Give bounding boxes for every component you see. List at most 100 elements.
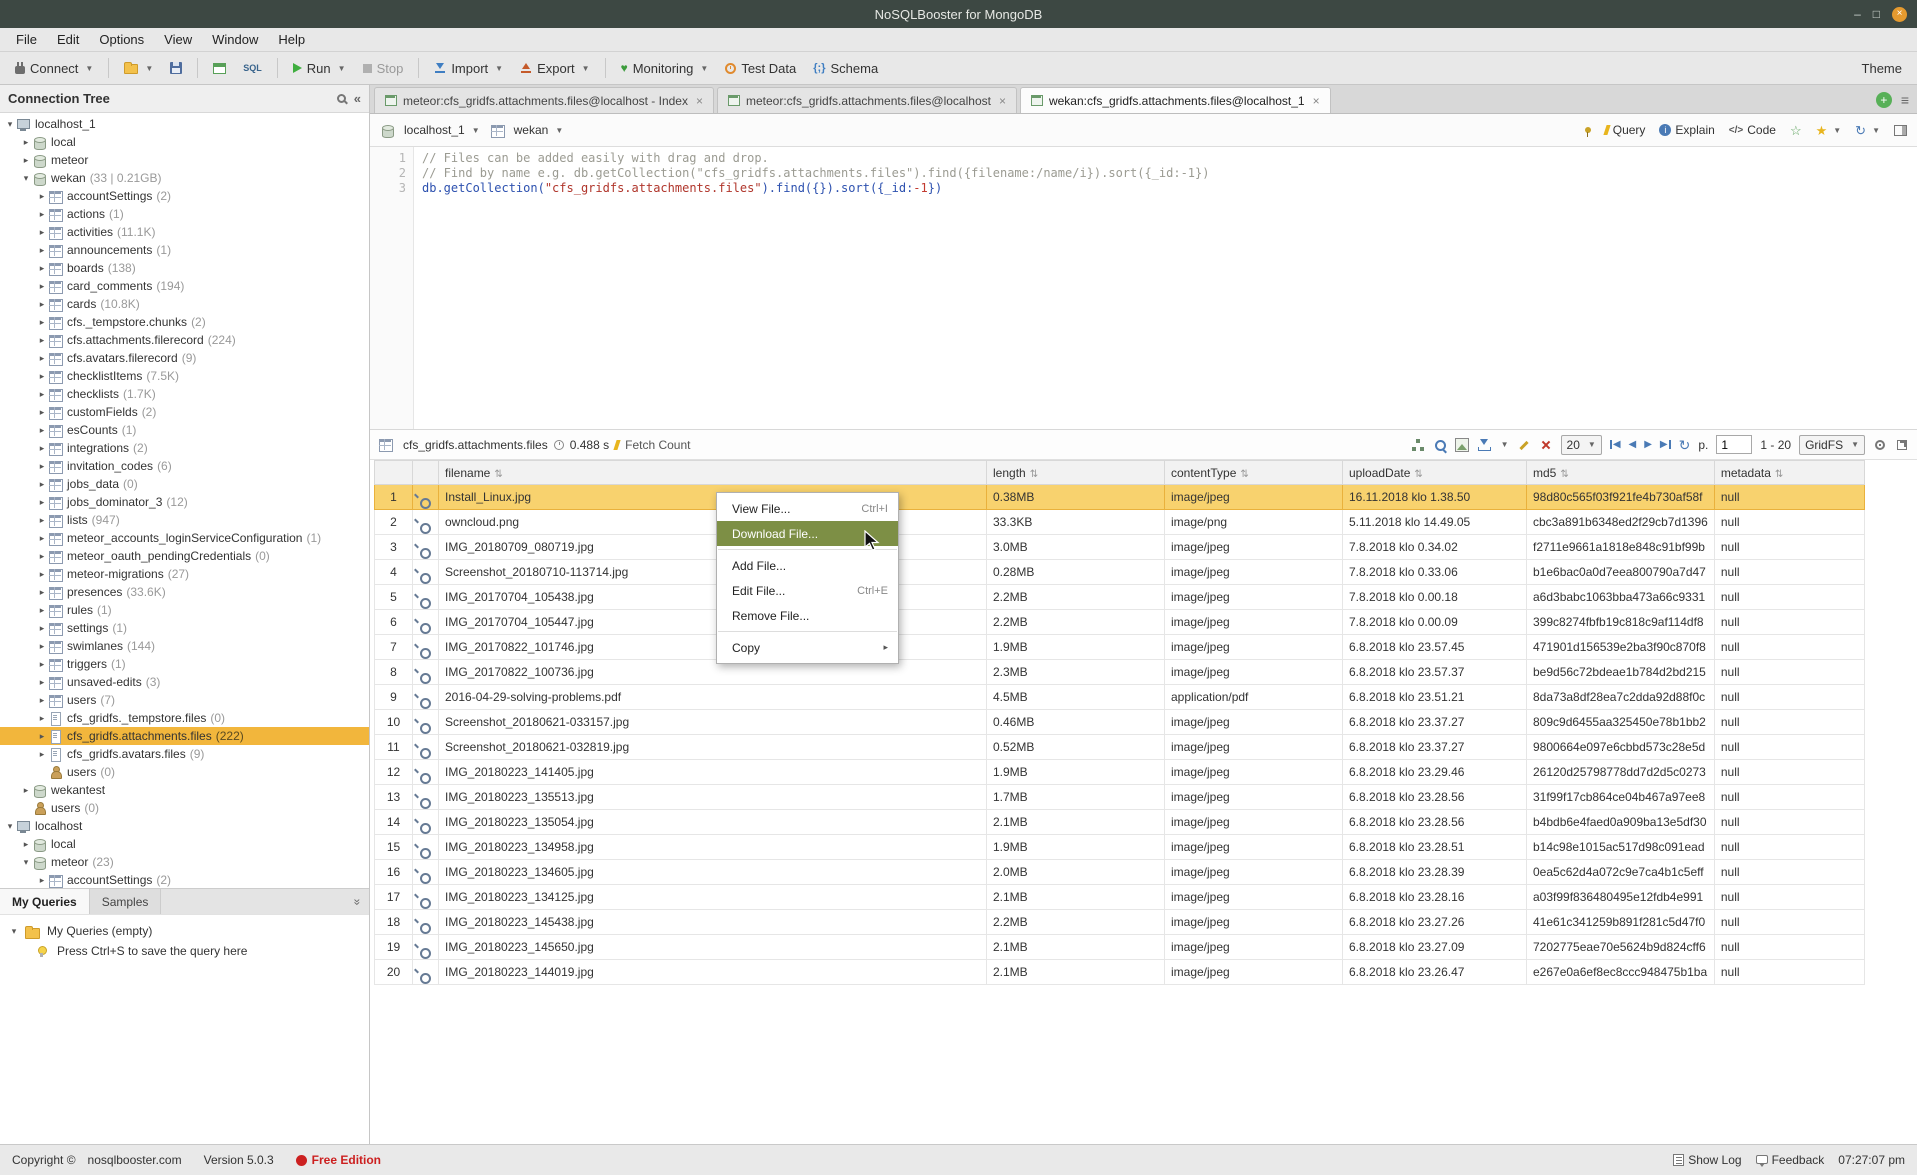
tree-item-cfs_gridfs.attachments.files[interactable]: ▸cfs_gridfs.attachments.files(222) — [0, 727, 369, 745]
view-mode-select[interactable]: GridFS ▼ — [1799, 435, 1865, 455]
menu-file[interactable]: File — [6, 29, 47, 50]
stop-button[interactable]: Stop — [356, 57, 411, 80]
tree-item-accountSettings[interactable]: ▸accountSettings(2) — [0, 187, 369, 205]
expand-arrow-icon[interactable]: ▸ — [36, 497, 48, 508]
tree-item-accountSettings[interactable]: ▸accountSettings(2) — [0, 871, 369, 888]
tree-item-swimlanes[interactable]: ▸swimlanes(144) — [0, 637, 369, 655]
tree-item-card_comments[interactable]: ▸card_comments(194) — [0, 277, 369, 295]
table-row[interactable]: 5IMG_20170704_105438.jpg2.2MBimage/jpeg7… — [375, 585, 1865, 610]
tree-item-meteor_accounts_loginServiceConfiguration[interactable]: ▸meteor_accounts_loginServiceConfigurati… — [0, 529, 369, 547]
tab-close-icon[interactable]: × — [999, 94, 1006, 108]
tree-item-users[interactable]: ▸users(7) — [0, 691, 369, 709]
delete-icon[interactable] — [1539, 438, 1553, 452]
test-data-button[interactable]: Test Data — [718, 57, 803, 80]
expand-arrow-icon[interactable]: ▸ — [36, 677, 48, 688]
table-view-button[interactable] — [206, 59, 233, 78]
next-page-button[interactable]: ▶ — [1644, 439, 1652, 450]
expand-arrow-icon[interactable]: ▸ — [36, 533, 48, 544]
table-row[interactable]: 17IMG_20180223_134125.jpg2.1MBimage/jpeg… — [375, 885, 1865, 910]
table-row[interactable]: 92016-04-29-solving-problems.pdf4.5MBapp… — [375, 685, 1865, 710]
collapse-arrow-icon[interactable]: ▾ — [4, 821, 16, 832]
column-header-filename[interactable]: filename⇅ — [439, 461, 987, 485]
menu-help[interactable]: Help — [268, 29, 315, 50]
row-icon-cell[interactable] — [413, 660, 439, 685]
context-menu-item-copy[interactable]: Copy▸ — [717, 635, 898, 660]
tree-item-presences[interactable]: ▸presences(33.6K) — [0, 583, 369, 601]
row-icon-cell[interactable] — [413, 535, 439, 560]
tree-item-meteor[interactable]: ▸meteor — [0, 151, 369, 169]
tab-close-icon[interactable]: × — [696, 94, 703, 108]
sort-icon[interactable]: ⇅ — [1414, 469, 1422, 480]
expand-arrow-icon[interactable]: ▸ — [36, 263, 48, 274]
sql-button[interactable]: SQL — [236, 59, 269, 77]
connect-button[interactable]: Connect ▼ — [8, 57, 100, 80]
sort-icon[interactable]: ⇅ — [1775, 469, 1783, 480]
collapse-arrow-icon[interactable]: ▾ — [4, 119, 16, 130]
sort-icon[interactable]: ⇅ — [1030, 469, 1038, 480]
tree-item-jobs_data[interactable]: ▸jobs_data(0) — [0, 475, 369, 493]
expand-arrow-icon[interactable]: ▸ — [36, 587, 48, 598]
column-header-length[interactable]: length⇅ — [987, 461, 1165, 485]
expand-arrow-icon[interactable]: ▸ — [36, 695, 48, 706]
menu-window[interactable]: Window — [202, 29, 268, 50]
table-row[interactable]: 12IMG_20180223_141405.jpg1.9MBimage/jpeg… — [375, 760, 1865, 785]
tree-item-triggers[interactable]: ▸triggers(1) — [0, 655, 369, 673]
table-row[interactable]: 15IMG_20180223_134958.jpg1.9MBimage/jpeg… — [375, 835, 1865, 860]
schema-button[interactable]: {;} Schema — [806, 57, 885, 80]
tree-item-announcements[interactable]: ▸announcements(1) — [0, 241, 369, 259]
tree-item-meteor-migrations[interactable]: ▸meteor-migrations(27) — [0, 565, 369, 583]
tab-samples[interactable]: Samples — [90, 889, 162, 914]
my-queries-root[interactable]: ▾ My Queries (empty) — [8, 921, 361, 941]
tree-item-jobs_dominator_3[interactable]: ▸jobs_dominator_3(12) — [0, 493, 369, 511]
table-row[interactable]: 2owncloud.png33.3KBimage/png5.11.2018 kl… — [375, 510, 1865, 535]
open-file-button[interactable]: ▼ — [117, 58, 160, 78]
prev-page-button[interactable]: ◀ — [1629, 439, 1637, 450]
column-header-md5[interactable]: md5⇅ — [1527, 461, 1715, 485]
expand-arrow-icon[interactable]: ▸ — [36, 515, 48, 526]
show-log-button[interactable]: Show Log — [1673, 1153, 1741, 1167]
tree-item-cfs._tempstore.chunks[interactable]: ▸cfs._tempstore.chunks(2) — [0, 313, 369, 331]
tree-item-local[interactable]: ▸local — [0, 835, 369, 853]
tree-item-unsaved-edits[interactable]: ▸unsaved-edits(3) — [0, 673, 369, 691]
tree-item-lists[interactable]: ▸lists(947) — [0, 511, 369, 529]
row-icon-cell[interactable] — [413, 710, 439, 735]
expand-arrow-icon[interactable]: ▸ — [36, 461, 48, 472]
table-row[interactable]: 19IMG_20180223_145650.jpg2.1MBimage/jpeg… — [375, 935, 1865, 960]
pin-icon[interactable] — [1585, 127, 1591, 133]
import-button[interactable]: Import ▼ — [427, 57, 510, 80]
refresh-icon[interactable]: ↻ — [1679, 438, 1691, 452]
table-row[interactable]: 6IMG_20170704_105447.jpg2.2MBimage/jpeg7… — [375, 610, 1865, 635]
row-icon-cell[interactable] — [413, 810, 439, 835]
collapse-panel-icon[interactable]: » — [351, 890, 365, 913]
favorite-add-icon[interactable]: ☆ — [1790, 124, 1802, 137]
table-row[interactable]: 11Screenshot_20180621-032819.jpg0.52MBim… — [375, 735, 1865, 760]
row-icon-cell[interactable] — [413, 510, 439, 535]
sort-icon[interactable]: ⇅ — [494, 469, 502, 480]
tree-item-wekantest[interactable]: ▸wekantest — [0, 781, 369, 799]
save-button[interactable] — [163, 58, 189, 78]
expand-arrow-icon[interactable]: ▸ — [36, 407, 48, 418]
tab-close-icon[interactable]: × — [1313, 94, 1320, 108]
table-row[interactable]: 4Screenshot_20180710-113714.jpg0.28MBima… — [375, 560, 1865, 585]
row-icon-cell[interactable] — [413, 735, 439, 760]
tree-item-users[interactable]: users(0) — [0, 763, 369, 781]
export-button[interactable]: Export ▼ — [513, 57, 597, 80]
context-menu-item-remove-file[interactable]: Remove File... — [717, 603, 898, 628]
maximize-button[interactable]: □ — [1873, 8, 1880, 20]
history-dropdown[interactable]: ↻ ▼ — [1855, 124, 1880, 137]
editor-tab[interactable]: meteor:cfs_gridfs.attachments.files@loca… — [374, 87, 714, 113]
tree-item-cfs.attachments.filerecord[interactable]: ▸cfs.attachments.filerecord(224) — [0, 331, 369, 349]
row-icon-cell[interactable] — [413, 685, 439, 710]
expand-arrow-icon[interactable]: ▸ — [36, 191, 48, 202]
new-tab-button[interactable]: + — [1876, 92, 1892, 108]
tree-item-checklistItems[interactable]: ▸checklistItems(7.5K) — [0, 367, 369, 385]
expand-arrow-icon[interactable]: ▸ — [36, 623, 48, 634]
row-icon-cell[interactable] — [413, 585, 439, 610]
collapse-arrow-icon[interactable]: ▾ — [20, 173, 32, 184]
row-icon-cell[interactable] — [413, 835, 439, 860]
expand-arrow-icon[interactable]: ▸ — [36, 425, 48, 436]
row-icon-cell[interactable] — [413, 485, 439, 510]
editor-tab[interactable]: meteor:cfs_gridfs.attachments.files@loca… — [717, 87, 1017, 113]
expand-arrow-icon[interactable]: ▸ — [20, 785, 32, 796]
page-number-input[interactable] — [1716, 435, 1752, 454]
